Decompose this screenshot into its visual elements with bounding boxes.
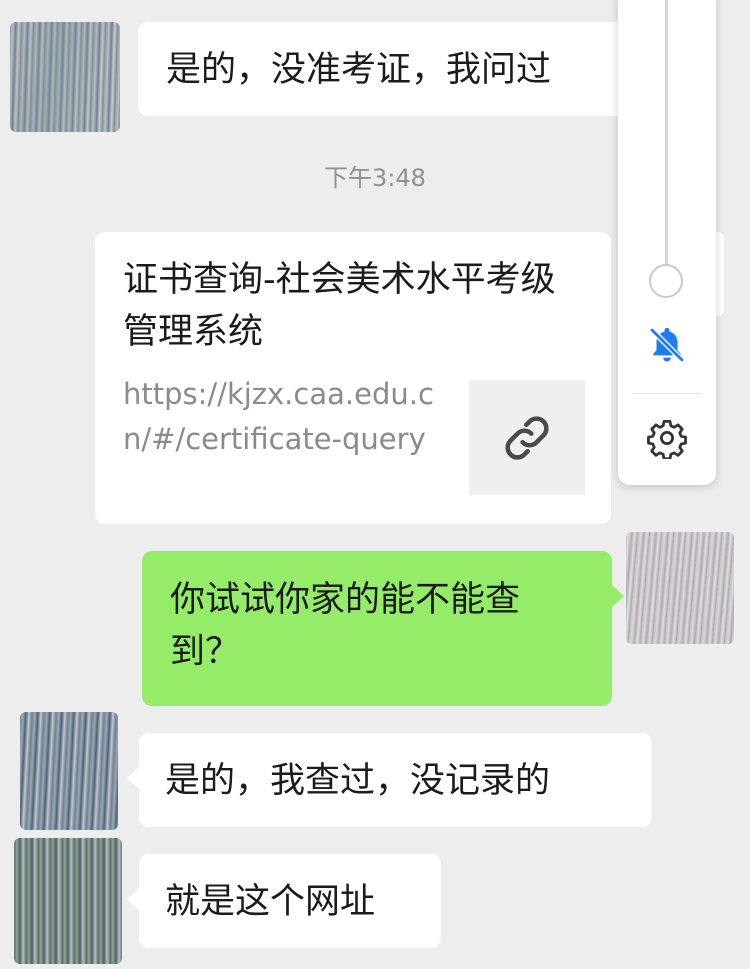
message-bubble[interactable]: 就是这个网址 xyxy=(127,854,441,948)
link-card-title: 证书查询-社会美术水平考级管理系统 xyxy=(123,260,556,352)
message-text: 你试试你家的能不能查到？ xyxy=(170,580,521,672)
link-icon xyxy=(505,415,549,460)
contact-avatar[interactable] xyxy=(10,22,120,132)
panel-edge xyxy=(716,232,724,316)
message-text: 是的，没准考证，我问过 xyxy=(166,50,552,90)
message-text: 就是这个网址 xyxy=(165,882,376,922)
message-bubble-outgoing[interactable]: 你试试你家的能不能查到？ xyxy=(142,551,624,706)
contact-avatar[interactable] xyxy=(14,838,122,964)
link-card-thumbnail xyxy=(469,380,585,495)
volume-panel xyxy=(618,0,716,485)
chat-screen: 是的，没准考证，我问过 下午3:48 证书查询-社会美术水平考级管理系统 htt… xyxy=(0,0,750,969)
volume-slider-thumb[interactable] xyxy=(649,264,683,298)
message-text: 是的，我查过，没记录的 xyxy=(165,761,551,801)
link-card[interactable]: 证书查询-社会美术水平考级管理系统 https://kjzx.caa.edu.c… xyxy=(95,232,611,524)
mute-toggle-button[interactable] xyxy=(645,320,689,370)
sound-settings-button[interactable] xyxy=(645,416,689,460)
panel-divider xyxy=(632,393,702,394)
contact-avatar[interactable] xyxy=(20,712,118,830)
message-bubble[interactable]: 是的，没准考证，我问过 xyxy=(138,22,658,116)
volume-slider-track[interactable] xyxy=(665,0,668,268)
link-card-url: https://kjzx.caa.edu.cn/#/certificate-qu… xyxy=(123,377,434,456)
message-bubble[interactable]: 是的，我查过，没记录的 xyxy=(127,733,652,827)
my-avatar[interactable] xyxy=(626,532,734,644)
gear-icon xyxy=(647,419,687,459)
bell-muted-icon xyxy=(649,327,685,363)
